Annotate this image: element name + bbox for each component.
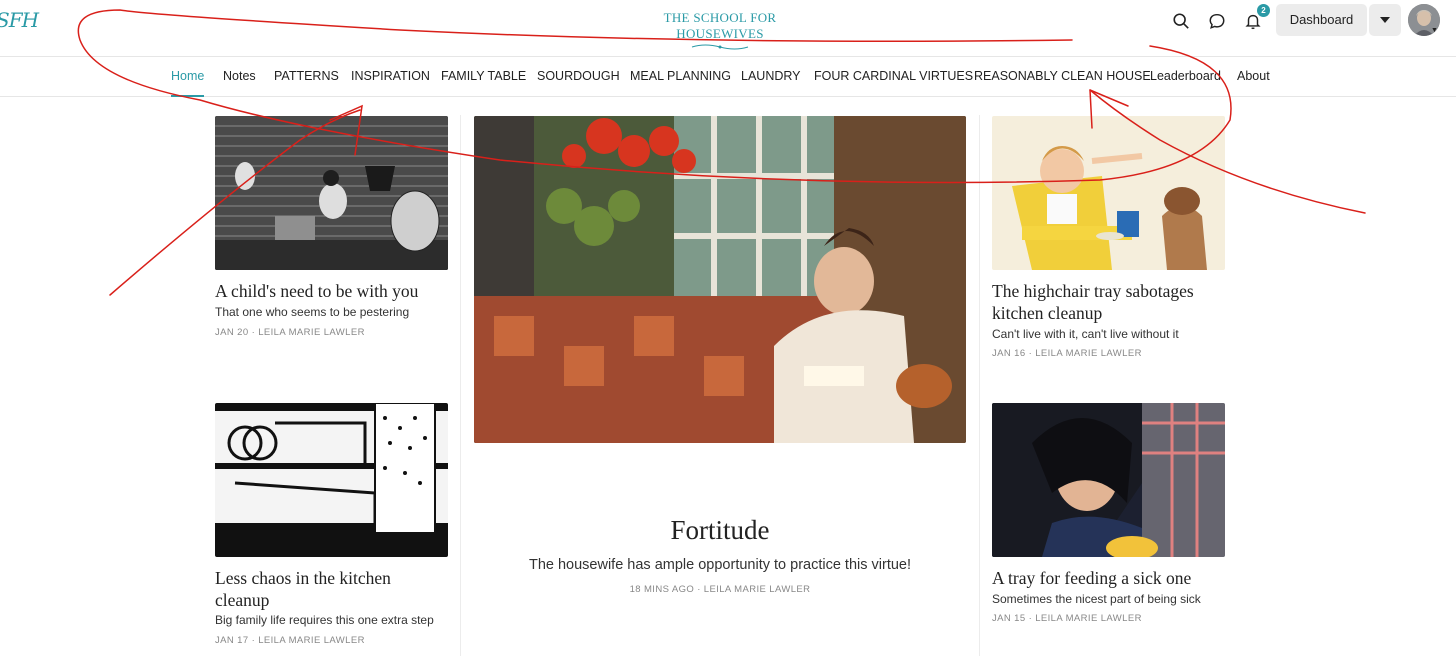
column-divider bbox=[979, 115, 980, 656]
post-meta: JAN 16 · LEILA MARIE LAWLER bbox=[992, 348, 1142, 359]
nav-item-sourdough[interactable]: SOURDOUGH bbox=[537, 57, 620, 97]
search-button[interactable] bbox=[1170, 10, 1192, 32]
nav-item-leaderboard[interactable]: Leaderboard bbox=[1150, 57, 1221, 97]
search-icon bbox=[1173, 13, 1189, 29]
engraving-illustration bbox=[215, 116, 448, 270]
featured-meta: 18 MINS AGO · LEILA MARIE LAWLER bbox=[629, 584, 811, 595]
nav-item-notes[interactable]: Notes bbox=[223, 57, 256, 97]
post-title[interactable]: Less chaos in the kitchen cleanup bbox=[215, 567, 445, 611]
flourish-icon bbox=[691, 44, 749, 50]
post-meta: JAN 17 · LEILA MARIE LAWLER bbox=[215, 635, 365, 646]
nav-item-family-table[interactable]: FAMILY TABLE bbox=[441, 57, 526, 97]
site-logo[interactable]: SFH bbox=[0, 8, 39, 32]
section-nav: Home Notes PATTERNS INSPIRATION FAMILY T… bbox=[0, 57, 1456, 97]
nav-item-about[interactable]: About bbox=[1237, 57, 1270, 97]
highchair-illustration bbox=[992, 116, 1225, 270]
photo-girl-eating bbox=[992, 403, 1225, 557]
post-subtitle: That one who seems to be pestering bbox=[215, 305, 410, 319]
post-thumbnail-engraving-kitchen[interactable] bbox=[215, 116, 448, 270]
woodcut-illustration bbox=[215, 403, 448, 557]
nav-item-inspiration[interactable]: INSPIRATION bbox=[351, 57, 430, 97]
column-divider bbox=[460, 115, 461, 656]
dashboard-button[interactable]: Dashboard bbox=[1276, 4, 1367, 36]
featured-title[interactable]: Fortitude bbox=[474, 515, 966, 546]
featured-subtitle: The housewife has ample opportunity to p… bbox=[528, 557, 912, 573]
nav-item-home[interactable]: Home bbox=[171, 57, 205, 97]
notification-badge: 2 bbox=[1257, 4, 1270, 17]
nav-item-four-cardinal-virtues[interactable]: FOUR CARDINAL VIRTUES bbox=[814, 57, 973, 97]
post-meta: JAN 20 · LEILA MARIE LAWLER bbox=[215, 327, 365, 338]
top-header: SFH THE SCHOOL FOR HOUSEWIVES 2 Dashboar… bbox=[0, 0, 1456, 57]
nav-item-reasonably-clean-house[interactable]: REASONABLY CLEAN HOUSE bbox=[974, 57, 1151, 97]
post-thumbnail-highchair[interactable] bbox=[992, 116, 1225, 270]
post-subtitle: Can't live with it, can't live without i… bbox=[992, 327, 1179, 341]
nav-item-patterns[interactable]: PATTERNS bbox=[274, 57, 339, 97]
featured-thumbnail-painting[interactable] bbox=[474, 116, 966, 443]
site-title-text: THE SCHOOL FOR HOUSEWIVES bbox=[663, 10, 777, 41]
post-title[interactable]: The highchair tray sabotages kitchen cle… bbox=[992, 280, 1222, 324]
dashboard-dropdown-button[interactable] bbox=[1369, 4, 1401, 36]
post-thumbnail-sick-tray[interactable] bbox=[992, 403, 1225, 557]
post-thumbnail-dish-rack[interactable] bbox=[215, 403, 448, 557]
post-title[interactable]: A tray for feeding a sick one bbox=[992, 567, 1222, 589]
nav-item-laundry[interactable]: LAUNDRY bbox=[741, 57, 801, 97]
post-title[interactable]: A child's need to be with you bbox=[215, 280, 455, 302]
site-title[interactable]: THE SCHOOL FOR HOUSEWIVES bbox=[620, 10, 820, 51]
painting-woman-reading bbox=[474, 116, 966, 443]
post-meta: JAN 15 · LEILA MARIE LAWLER bbox=[992, 613, 1142, 624]
nav-item-meal-planning[interactable]: MEAL PLANNING bbox=[630, 57, 731, 97]
chat-icon bbox=[1209, 13, 1225, 29]
post-subtitle: Sometimes the nicest part of being sick bbox=[992, 592, 1201, 606]
caret-down-icon bbox=[1380, 17, 1390, 23]
avatar-caret-icon: ▼ bbox=[1431, 27, 1438, 34]
post-subtitle: Big family life requires this one extra … bbox=[215, 613, 434, 627]
chat-button[interactable] bbox=[1206, 10, 1228, 32]
